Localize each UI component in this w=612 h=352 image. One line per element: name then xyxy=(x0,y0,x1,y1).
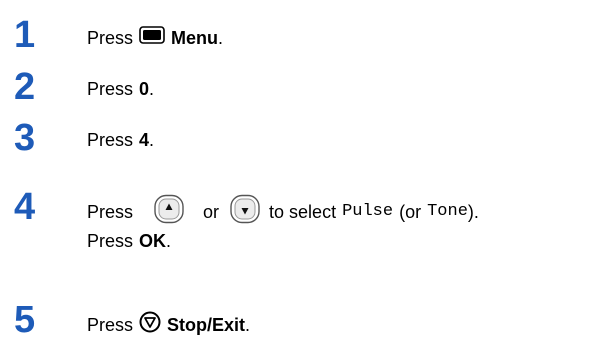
period: . xyxy=(166,231,172,251)
period: . xyxy=(218,27,224,48)
instruction-page: { "accent_color": "#1e5bb8", "steps": [ … xyxy=(0,0,612,352)
step-text: Press Menu . xyxy=(87,26,223,49)
step-text-line-2: Press OK . xyxy=(87,230,171,252)
stop-exit-key-icon xyxy=(139,311,161,338)
or-label: or xyxy=(203,201,220,222)
tone-option: Tone xyxy=(427,201,468,221)
press-label: Press xyxy=(87,27,134,48)
step-number: 5 xyxy=(14,299,36,341)
up-arrow-key-icon xyxy=(153,194,185,229)
menu-key-icon xyxy=(139,26,165,49)
step-number: 2 xyxy=(14,66,36,108)
close-paren: ). xyxy=(467,201,479,222)
step-text: Press Stop/Exit . xyxy=(87,311,250,338)
select-label: to select xyxy=(269,201,337,222)
step-number: 1 xyxy=(14,14,36,56)
step-number: 4 xyxy=(14,186,36,228)
step-text-line-1: Press or to select Pulse (or Tone ). xyxy=(87,194,479,229)
press-label: Press xyxy=(87,130,134,150)
press-label: Press xyxy=(87,231,134,251)
step-number: 3 xyxy=(14,117,36,159)
press-label: Press xyxy=(87,201,134,222)
stop-exit-button-label: Stop/Exit xyxy=(167,314,246,335)
down-arrow-key-icon xyxy=(229,194,261,229)
period: . xyxy=(149,79,155,99)
key-label: 0 xyxy=(139,79,150,99)
step-text: Press 4 . xyxy=(87,129,154,151)
or-paren-label: (or xyxy=(399,201,422,222)
ok-key-label: OK xyxy=(139,231,167,251)
step-text: Press 0 . xyxy=(87,78,154,100)
press-label: Press xyxy=(87,79,134,99)
menu-button-label: Menu xyxy=(171,27,219,48)
period: . xyxy=(149,130,155,150)
pulse-option: Pulse xyxy=(342,201,394,221)
key-label: 4 xyxy=(139,130,150,150)
period: . xyxy=(245,314,251,335)
press-label: Press xyxy=(87,314,134,335)
